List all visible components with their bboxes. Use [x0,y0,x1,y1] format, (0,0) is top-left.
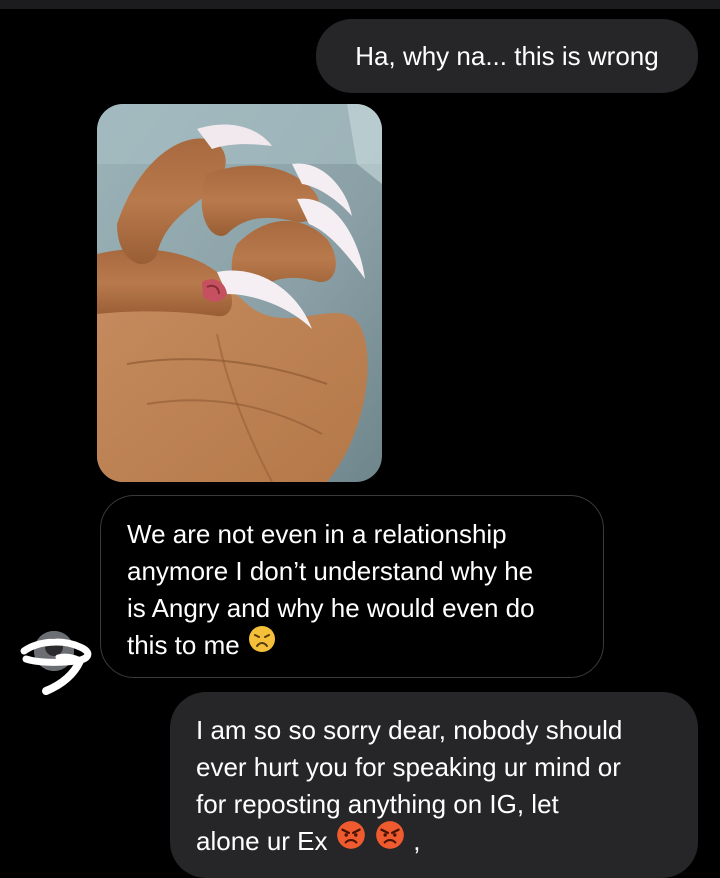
message-text: Ha, why na... this is wrong [355,40,659,71]
message-line: is Angry and why he would even do [127,593,535,623]
message-line: for reposting anything on IG, let [196,789,559,819]
top-bar [0,0,720,9]
message-line: We are not even in a relationship [127,519,507,549]
angry-face-icon [335,819,367,861]
message-line: I am so so sorry dear, nobody should [196,715,623,745]
message-photo[interactable] [97,104,382,482]
message-line: anymore I don’t understand why he [127,556,534,586]
trailing-punctuation: , [413,826,421,856]
sender-avatar[interactable] [20,631,92,695]
disappointed-face-icon [247,624,277,664]
message-line: ever hurt you for speaking ur mind or [196,752,621,782]
photo-hand-image [97,104,382,482]
scribble-overlay-icon [20,631,92,695]
message-bubble-outgoing[interactable]: I am so so sorry dear, nobody should eve… [170,692,698,878]
message-bubble-outgoing[interactable]: Ha, why na... this is wrong [316,19,698,93]
message-line: alone ur Ex [196,826,328,856]
message-line: this to me [127,630,240,660]
angry-face-icon [374,819,406,861]
message-bubble-incoming[interactable]: We are not even in a relationship anymor… [100,495,604,678]
